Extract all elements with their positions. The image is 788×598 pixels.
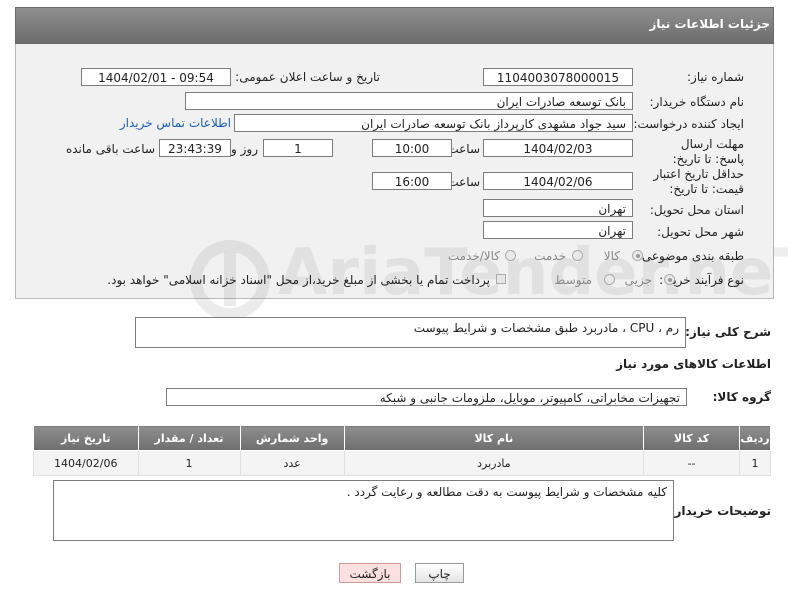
col-header-name: نام کالا — [343, 425, 645, 451]
city-field[interactable]: تهران — [483, 221, 633, 239]
creator-label: ایجاد کننده درخواست: — [633, 117, 744, 131]
reply-date-field[interactable]: 1404/02/03 — [483, 139, 633, 157]
col-header-qty: تعداد / مقدار — [137, 425, 241, 451]
cell-name: مادربرد — [343, 450, 645, 476]
cell-row-number: 1 — [739, 450, 771, 476]
validity-time-label: ساعت — [447, 175, 480, 189]
goods-section-title: اطلاعات کالاهای مورد نیاز — [616, 357, 771, 371]
need-number-field[interactable]: 1104003078000015 — [483, 68, 633, 86]
buyer-org-label: نام دستگاه خریدار: — [649, 95, 745, 109]
buyer-notes-textarea[interactable]: کلیه مشخصات و شرایط پیوست به دقت مطالعه … — [53, 480, 674, 541]
days-label: روز و — [231, 142, 258, 156]
days-field[interactable]: 1 — [263, 139, 333, 157]
col-header-unit: واحد شمارش — [239, 425, 345, 451]
treasury-payment-checkbox[interactable] — [496, 274, 506, 284]
purchase-radio-medium[interactable] — [604, 274, 615, 285]
cell-qty: 1 — [137, 450, 241, 476]
remaining-label: ساعت باقی مانده — [65, 142, 155, 156]
validity-label: حداقل تاریخ اعتبار قیمت: تا تاریخ: — [653, 167, 744, 196]
col-header-date: تاریخ نیاز — [33, 425, 139, 451]
purchase-radio-minor[interactable] — [664, 274, 675, 285]
table-header-row: ردیف کد کالا نام کالا واحد شمارش تعداد /… — [33, 425, 771, 451]
treasury-payment-note: پرداخت تمام یا بخشی از مبلغ خرید،از محل … — [107, 273, 490, 287]
category-radio-goods[interactable] — [632, 250, 643, 261]
purchase-option-minor: جزیی — [624, 273, 652, 287]
reply-deadline-label: مهلت ارسال پاسخ: تا تاریخ: — [672, 137, 744, 166]
category-radio-goods-service[interactable] — [505, 250, 516, 261]
remaining-time-field[interactable]: 23:43:39 — [159, 139, 231, 157]
table-row[interactable]: 1 -- مادربرد عدد 1 1404/02/06 — [33, 450, 771, 476]
buyer-org-field[interactable]: بانک توسعه صادرات ایران — [185, 92, 633, 110]
col-header-code: کد کالا — [643, 425, 741, 451]
buyer-contact-link[interactable]: اطلاعات تماس خریدار — [120, 116, 231, 130]
buyer-notes-label: توضیحات خریدار: — [669, 504, 771, 518]
validity-date-field[interactable]: 1404/02/06 — [483, 172, 633, 190]
cell-unit: عدد — [239, 450, 345, 476]
description-textarea[interactable]: رم ، CPU ، مادربرد طبق مشخصات و شرایط پی… — [135, 317, 686, 348]
reply-time-label: ساعت — [447, 142, 480, 156]
items-table: ردیف کد کالا نام کالا واحد شمارش تعداد /… — [33, 425, 771, 476]
category-label: طبقه بندی موضوعی: — [637, 249, 744, 263]
city-label: شهر محل تحویل: — [657, 225, 744, 239]
province-label: استان محل تحویل: — [649, 203, 744, 217]
cell-code: -- — [643, 450, 741, 476]
goods-group-field[interactable]: تجهیزات مخابراتی، کامپیوتر، موبایل، ملزو… — [166, 388, 687, 406]
panel-title: جزئیات اطلاعات نیاز — [649, 17, 770, 31]
province-field[interactable]: تهران — [483, 199, 633, 217]
description-label: شرح کلی نیاز: — [685, 325, 771, 339]
validity-time-field[interactable]: 16:00 — [372, 172, 452, 190]
print-button[interactable]: چاپ — [415, 563, 464, 583]
category-option-goods: کالا — [603, 249, 620, 263]
back-button[interactable]: بازگشت — [339, 563, 401, 583]
need-number-label: شماره نیاز: — [687, 70, 744, 84]
creator-field[interactable]: سید جواد مشهدی کارپرداز بانک توسعه صادرا… — [234, 114, 633, 132]
category-option-service: خدمت — [534, 249, 566, 263]
purchase-option-medium: متوسط — [554, 273, 592, 287]
goods-group-label: گروه کالا: — [712, 390, 771, 404]
reply-time-field[interactable]: 10:00 — [372, 139, 452, 157]
col-header-row: ردیف — [739, 425, 771, 451]
category-option-goods-service: کالا/خدمت — [447, 249, 500, 263]
announce-datetime-field[interactable]: 1404/02/01 - 09:54 — [81, 68, 231, 86]
cell-date: 1404/02/06 — [33, 450, 139, 476]
category-radio-service[interactable] — [572, 250, 583, 261]
announce-label: تاریخ و ساعت اعلان عمومی: — [235, 70, 380, 84]
